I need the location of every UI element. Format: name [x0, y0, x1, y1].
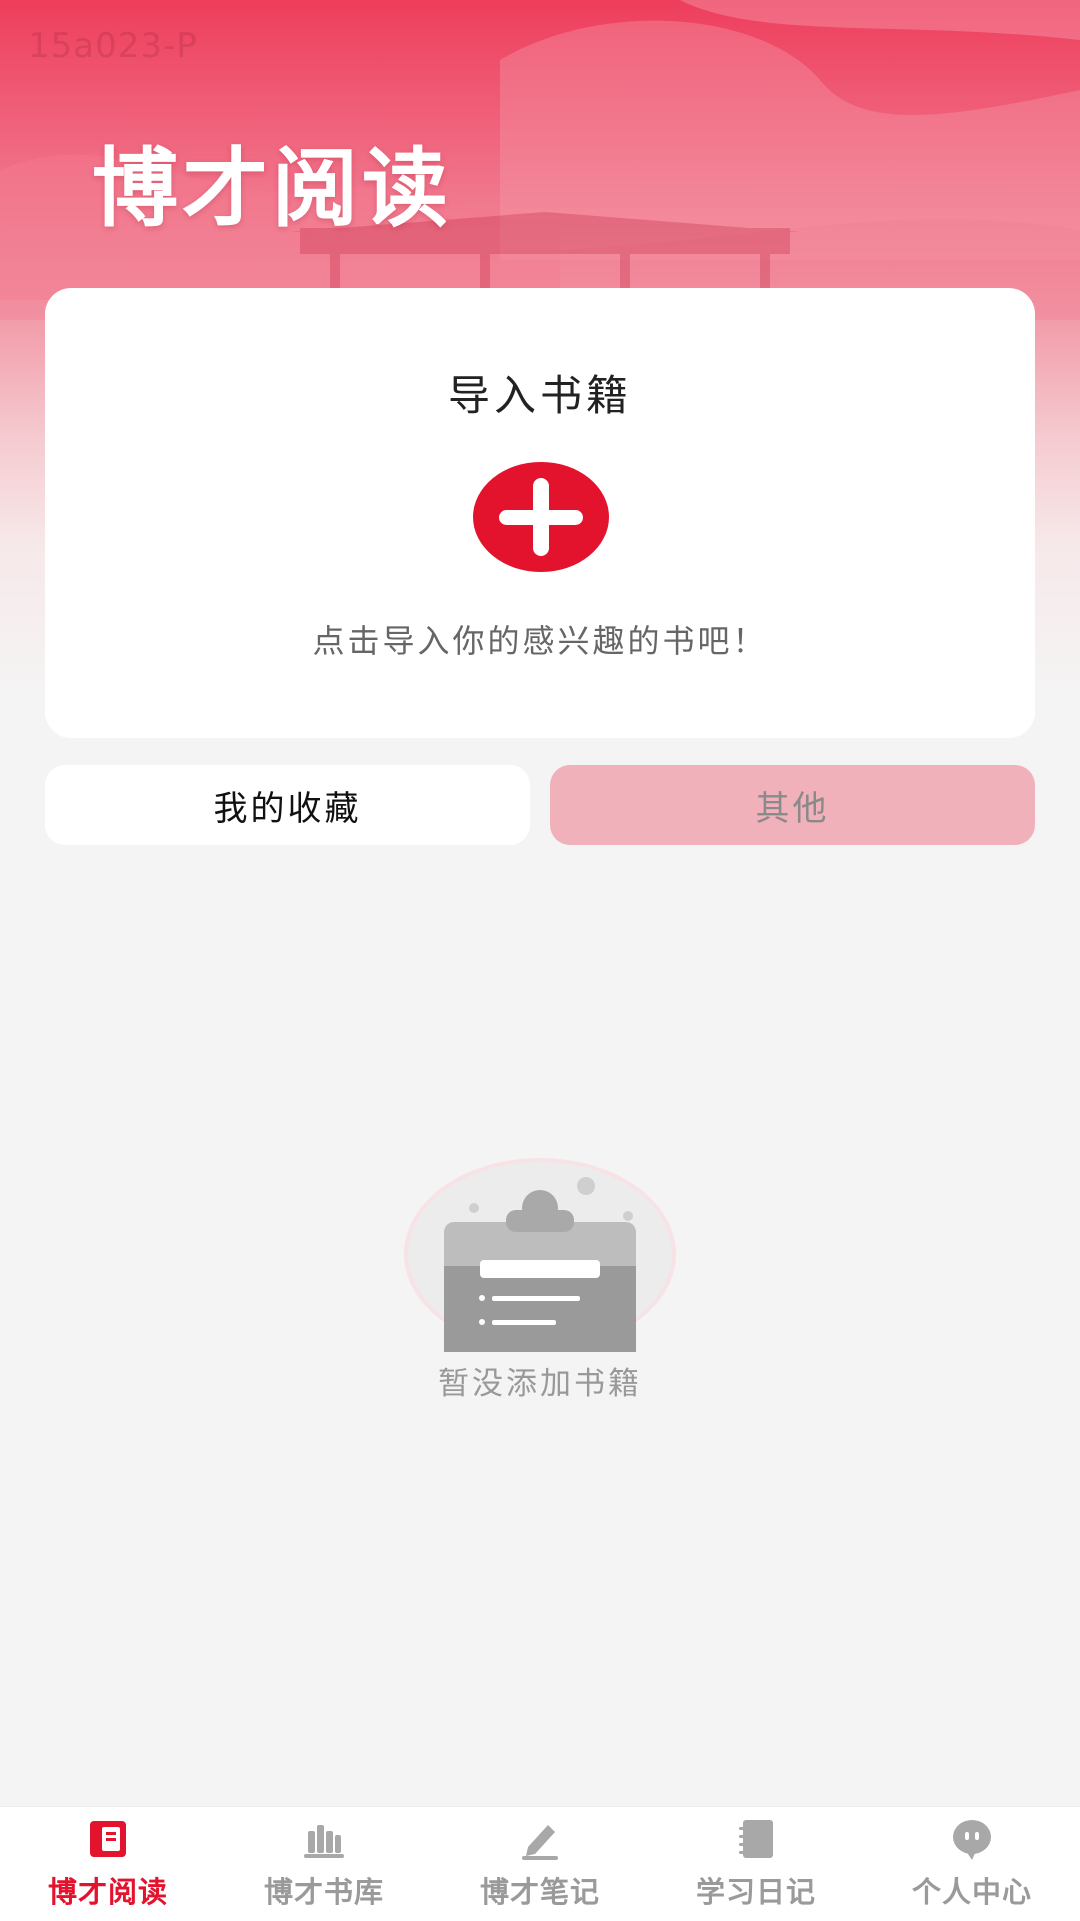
empty-state-text: 暂没添加书籍: [438, 1366, 642, 1402]
import-hint-text: 点击导入你的感兴趣的书吧！: [312, 622, 768, 660]
nav-item-personal-center[interactable]: 个人中心: [864, 1807, 1080, 1921]
import-book-button[interactable]: [473, 462, 609, 572]
page-title: 博才阅读: [92, 139, 452, 239]
book-icon: [90, 1821, 126, 1857]
nav-item-study-diary[interactable]: 学习日记: [648, 1807, 864, 1921]
nav-item-bocai-reading[interactable]: 博才阅读: [0, 1807, 216, 1921]
nav-label: 个人中心: [911, 1875, 1032, 1909]
notebook-icon: [739, 1820, 773, 1858]
nav-label: 博才笔记: [479, 1875, 600, 1909]
empty-clipboard-icon: [404, 1158, 676, 1352]
pen-icon: [522, 1825, 558, 1860]
nav-item-bocai-notes[interactable]: 博才笔记: [432, 1807, 648, 1921]
nav-item-bocai-library[interactable]: 博才书库: [216, 1807, 432, 1921]
tab-my-favorites[interactable]: 我的收藏: [45, 765, 530, 845]
chat-bubble-icon: [953, 1820, 991, 1860]
nav-label: 博才阅读: [47, 1875, 168, 1909]
bookshelf-icon: [304, 1825, 344, 1858]
import-card-title: 导入书籍: [447, 371, 632, 420]
tab-other[interactable]: 其他: [550, 765, 1035, 845]
import-books-card: 导入书籍 点击导入你的感兴趣的书吧！: [45, 288, 1035, 738]
nav-label: 博才书库: [263, 1875, 384, 1909]
status-watermark: 15a023-P: [28, 26, 198, 66]
bottom-navigation: 博才阅读 博才书库 博才笔记 学习日记 个人中心: [0, 1806, 1080, 1921]
nav-label: 学习日记: [695, 1875, 816, 1909]
